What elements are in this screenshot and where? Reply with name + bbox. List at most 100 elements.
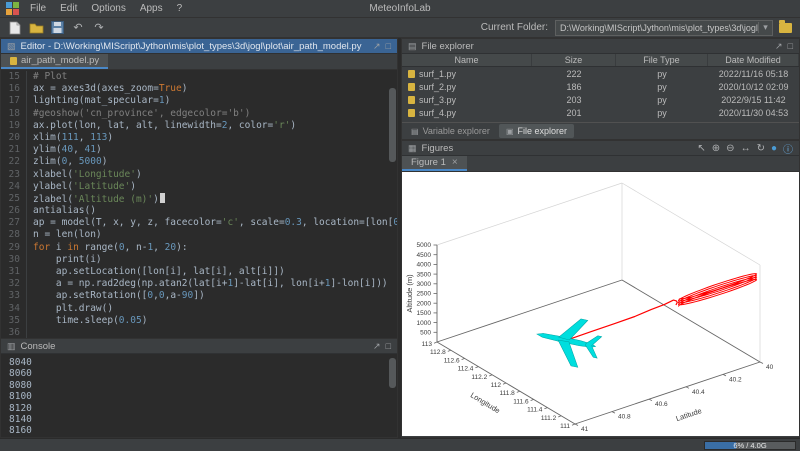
code-line[interactable]: 16ax = axes3d(axes_zoom=True) xyxy=(1,83,397,95)
menu-edit[interactable]: Edit xyxy=(53,2,84,15)
browse-folder-button[interactable] xyxy=(776,20,794,36)
console-title-bar[interactable]: ▥ Console ↗ □ xyxy=(1,339,397,354)
code-line[interactable]: 18#geoshow('cn_province', edgecolor='b') xyxy=(1,108,397,120)
code-text: n = len(lon) xyxy=(33,229,102,241)
line-number: 29 xyxy=(1,242,27,254)
rotate-icon[interactable]: ↻ xyxy=(757,143,765,154)
maximize-panel-icon[interactable]: □ xyxy=(788,42,793,51)
tab-air-path-model[interactable]: air_path_model.py xyxy=(1,54,108,69)
float-panel-icon[interactable]: ↗ xyxy=(373,42,381,51)
code-line[interactable]: 26antialias() xyxy=(1,205,397,217)
code-line[interactable]: 15# Plot xyxy=(1,71,397,83)
select-icon[interactable]: ↖ xyxy=(697,143,705,154)
cell-file-type: py xyxy=(616,82,708,92)
code-line[interactable]: 19ax.plot(lon, lat, alt, linewidth=2, co… xyxy=(1,120,397,132)
tab-variable-explorer[interactable]: ▤Variable explorer xyxy=(404,124,497,138)
plot-3d[interactable]: 113112.8112.6112.4112.2112111.8111.6111.… xyxy=(402,172,799,436)
cell-file-type: py xyxy=(616,69,708,79)
console-output[interactable]: 8040806080808100812081408160 xyxy=(1,354,397,438)
column-header-file-type[interactable]: File Type xyxy=(616,54,708,66)
code-line[interactable]: 29for i in range(0, n-1, 20): xyxy=(1,242,397,254)
figure-tab-label: Figure 1 xyxy=(411,157,446,168)
code-line[interactable]: 27ap = model(T, x, y, z, facecolor='c', … xyxy=(1,217,397,229)
code-line[interactable]: 30 print(i) xyxy=(1,254,397,266)
tab-label: Variable explorer xyxy=(423,126,490,136)
editor-scrollbar[interactable] xyxy=(389,88,396,162)
menu-help[interactable]: ? xyxy=(170,2,190,15)
close-icon[interactable]: × xyxy=(452,157,458,168)
table-header-row: NameSizeFile TypeDate Modified xyxy=(402,54,799,67)
tab-file-explorer[interactable]: ▣File explorer xyxy=(499,124,574,138)
code-editor[interactable]: 15# Plot16ax = axes3d(axes_zoom=True)17l… xyxy=(1,70,397,339)
code-text: xlabel('Longitude') xyxy=(33,169,142,181)
globe-icon[interactable]: ● xyxy=(771,143,777,154)
cell-file-type: py xyxy=(616,95,708,105)
console-scrollbar[interactable] xyxy=(389,358,396,388)
python-file-icon xyxy=(408,109,415,117)
line-number: 24 xyxy=(1,181,27,193)
python-file-icon xyxy=(408,70,415,78)
float-panel-icon[interactable]: ↗ xyxy=(775,42,783,51)
y-axis-label: Latitude xyxy=(675,406,703,423)
maximize-panel-icon[interactable]: □ xyxy=(386,42,391,51)
table-row[interactable]: surf_2.py186py2020/10/12 02:09 xyxy=(402,80,799,93)
code-line[interactable]: 21ylim(40, 41) xyxy=(1,144,397,156)
code-line[interactable]: 24ylabel('Latitude') xyxy=(1,181,397,193)
column-header-name[interactable]: Name xyxy=(402,54,532,66)
code-line[interactable]: 17lighting(mat_specular=1) xyxy=(1,95,397,107)
new-file-button[interactable] xyxy=(6,20,24,36)
code-line[interactable]: 31 ap.setLocation([lon[i], lat[i], alt[i… xyxy=(1,266,397,278)
pan-icon[interactable]: ↔ xyxy=(741,143,751,154)
menu-apps[interactable]: Apps xyxy=(133,2,170,15)
float-panel-icon[interactable]: ↗ xyxy=(373,342,381,351)
memory-indicator[interactable]: 6% / 4.0G xyxy=(704,441,796,450)
current-folder-combobox[interactable]: D:\Working\MIScript\Jython\mis\plot_type… xyxy=(555,20,773,36)
identify-icon[interactable]: ⓘ xyxy=(783,141,793,156)
figure-canvas[interactable]: 113112.8112.6112.4112.2112111.8111.6111.… xyxy=(402,172,799,436)
code-line[interactable]: 25zlabel('Altitude (m)') xyxy=(1,193,397,205)
status-bar: 6% / 4.0G xyxy=(0,438,800,451)
zoom-in-icon[interactable]: ⊕ xyxy=(712,143,720,154)
tick-label: 40.4 xyxy=(692,389,705,396)
code-line[interactable]: 28n = len(lon) xyxy=(1,229,397,241)
code-line[interactable]: 23xlabel('Longitude') xyxy=(1,169,397,181)
line-number: 21 xyxy=(1,144,27,156)
editor-panel-icon: ▧ xyxy=(7,41,16,52)
zoom-out-icon[interactable]: ⊖ xyxy=(726,143,734,154)
table-row[interactable]: surf_4.py201py2020/11/30 04:53 xyxy=(402,106,799,119)
code-text: zlim(0, 5000) xyxy=(33,156,107,168)
undo-button[interactable]: ↶ xyxy=(69,20,87,36)
editor-title-bar[interactable]: ▧ Editor - D:\Working\MIScript\Jython\mi… xyxy=(1,39,397,54)
tick-label: 1500 xyxy=(417,310,432,317)
code-line[interactable]: 20xlim(111, 113) xyxy=(1,132,397,144)
code-line[interactable]: 32 a = np.rad2deg(np.atan2(lat[i+1]-lat[… xyxy=(1,278,397,290)
column-header-size[interactable]: Size xyxy=(532,54,616,66)
table-row[interactable]: surf_1.py222py2022/11/16 05:18 xyxy=(402,67,799,80)
table-row[interactable]: surf_3.py203py2022/9/15 11:42 xyxy=(402,93,799,106)
redo-button[interactable]: ↷ xyxy=(90,20,108,36)
line-number: 22 xyxy=(1,156,27,168)
code-text: zlabel('Altitude (m)') xyxy=(33,193,165,205)
code-line[interactable]: 35 time.sleep(0.05) xyxy=(1,315,397,327)
code-text: ap.setRotation([0,0,a-90]) xyxy=(33,290,205,302)
airplane-model xyxy=(532,311,605,371)
save-button[interactable] xyxy=(48,20,66,36)
menu-options[interactable]: Options xyxy=(84,2,132,15)
editor-tab-label: air_path_model.py xyxy=(21,55,99,66)
open-file-button[interactable] xyxy=(27,20,45,36)
figures-title-bar[interactable]: ▦ Figures ↖⊕⊖↔↻●ⓘ xyxy=(402,141,799,156)
maximize-panel-icon[interactable]: □ xyxy=(386,342,391,351)
tab-figure-1[interactable]: Figure 1 × xyxy=(402,156,467,171)
menu-file[interactable]: File xyxy=(23,2,53,15)
console-panel-icon: ▥ xyxy=(7,341,16,352)
line-number: 30 xyxy=(1,254,27,266)
console-line: 8060 xyxy=(9,368,397,379)
tick-label: 40.6 xyxy=(655,401,668,408)
code-line[interactable]: 34 plt.draw() xyxy=(1,303,397,315)
code-text: xlim(111, 113) xyxy=(33,132,113,144)
line-number: 17 xyxy=(1,95,27,107)
code-line[interactable]: 22 zlim(0, 5000) xyxy=(1,156,397,168)
explorer-title-bar[interactable]: ▤ File explorer ↗ □ xyxy=(402,39,799,54)
column-header-date-modified[interactable]: Date Modified xyxy=(708,54,799,66)
code-line[interactable]: 33 ap.setRotation([0,0,a-90]) xyxy=(1,290,397,302)
